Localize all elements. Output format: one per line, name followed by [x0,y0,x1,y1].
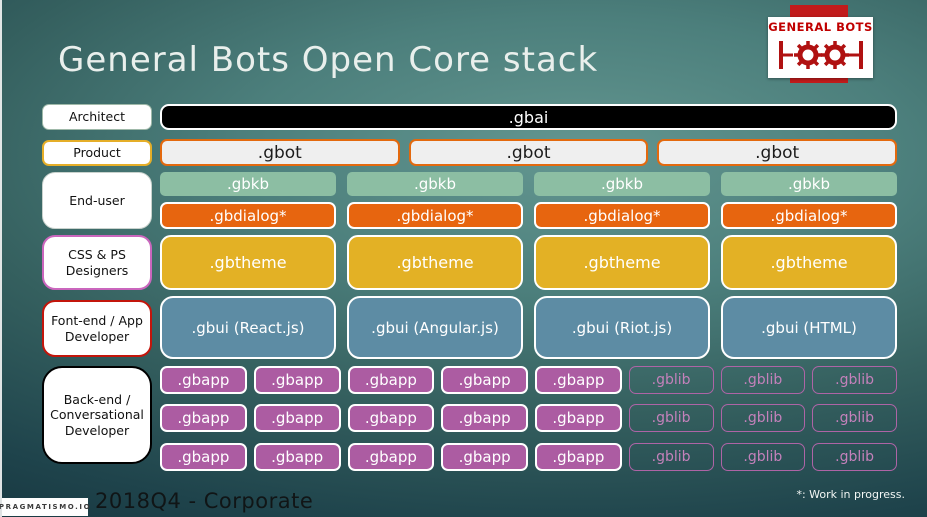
gblib-box: .gblib [628,443,714,471]
role-label-product: Product [42,140,152,166]
role-label-frontend-app-developer: Font-end / App Developer [42,300,152,357]
gbapp-box: .gbapp [535,443,622,471]
gbapp-box: .gbapp [160,404,247,432]
gblib-box: .gblib [812,443,897,471]
gbtheme-box: .gbtheme [160,235,336,290]
row-gbtheme: .gbtheme .gbtheme .gbtheme .gbtheme [160,235,897,290]
gbapp-box: .gbapp [160,443,247,471]
row-dev-3: .gbapp .gbapp .gbapp .gbapp .gbapp .gbli… [160,443,897,471]
gblib-box: .gblib [628,366,714,394]
gblib-box: .gblib [812,366,897,394]
gblib-box: .gblib [628,404,714,432]
gbot-box: .gbot [160,139,400,166]
gbapp-box: .gbapp [253,443,341,471]
gbot-box: .gbot [408,139,649,166]
gbapp-box: .gbapp [441,443,528,471]
slide-left-edge [0,0,2,517]
gbdialog-box: .gbdialog* [534,202,710,229]
gbapp-box: .gbapp [535,366,622,394]
gbtheme-box: .gbtheme [534,235,710,290]
gbapp-box: .gbapp [535,404,622,432]
row-gbot: .gbot .gbot .gbot [160,139,898,166]
gbtheme-box: .gbtheme [347,235,523,290]
gbapp-box: .gbapp [347,366,435,394]
gbapp-box: .gbapp [441,404,528,432]
role-label-css-ps-designers: CSS & PS Designers [42,235,152,290]
gbui-riot-box: .gbui (Riot.js) [534,296,710,359]
gbui-html-box: .gbui (HTML) [721,296,897,359]
gbai-box: .gbai [160,104,897,130]
gbapp-box: .gbapp [253,404,341,432]
row-gbai: .gbai [160,104,897,130]
gbapp-box: .gbapp [347,404,435,432]
pragmatismo-watermark: PRAGMATISMO.IO [0,498,90,516]
role-label-end-user: End-user [42,172,152,229]
slide-canvas: General Bots Open Core stack GENERAL BOT… [0,0,927,517]
slide-title: General Bots Open Core stack [58,40,599,80]
gbtheme-box: .gbtheme [721,235,897,290]
gears-icon [778,41,863,69]
role-label-backend-conversational-developer: Back-end / Conversational Developer [42,366,152,464]
gblib-box: .gblib [812,404,897,432]
role-label-architect: Architect [42,104,152,130]
gbdialog-box: .gbdialog* [721,202,897,229]
gbkb-box: .gbkb [160,172,336,196]
gbapp-box: .gbapp [441,366,528,394]
logo-brand-text: GENERAL BOTS [768,20,873,34]
gbkb-box: .gbkb [534,172,710,196]
row-dev-2: .gbapp .gbapp .gbapp .gbapp .gbapp .gbli… [160,404,897,432]
gbapp-box: .gbapp [160,366,247,394]
gbdialog-box: .gbdialog* [347,202,523,229]
gbot-box: .gbot [657,139,898,166]
footer-wip-note: *: Work in progress. [796,488,905,501]
gbkb-box: .gbkb [721,172,897,196]
gblib-box: .gblib [720,366,806,394]
row-gbkb: .gbkb .gbkb .gbkb .gbkb [160,172,897,196]
gbapp-box: .gbapp [253,366,341,394]
row-gbui: .gbui (React.js) .gbui (Angular.js) .gbu… [160,296,897,359]
gblib-box: .gblib [720,443,806,471]
gbkb-box: .gbkb [347,172,523,196]
gbui-react-box: .gbui (React.js) [160,296,336,359]
row-gbdialog: .gbdialog* .gbdialog* .gbdialog* .gbdial… [160,202,897,229]
row-dev-1: .gbapp .gbapp .gbapp .gbapp .gbapp .gbli… [160,366,897,394]
gblib-box: .gblib [720,404,806,432]
general-bots-logo: GENERAL BOTS [768,17,873,78]
gbui-angular-box: .gbui (Angular.js) [347,296,523,359]
footer-version-text: 2018Q4 - Corporate [95,489,314,513]
gbdialog-box: .gbdialog* [160,202,336,229]
gbapp-box: .gbapp [347,443,435,471]
